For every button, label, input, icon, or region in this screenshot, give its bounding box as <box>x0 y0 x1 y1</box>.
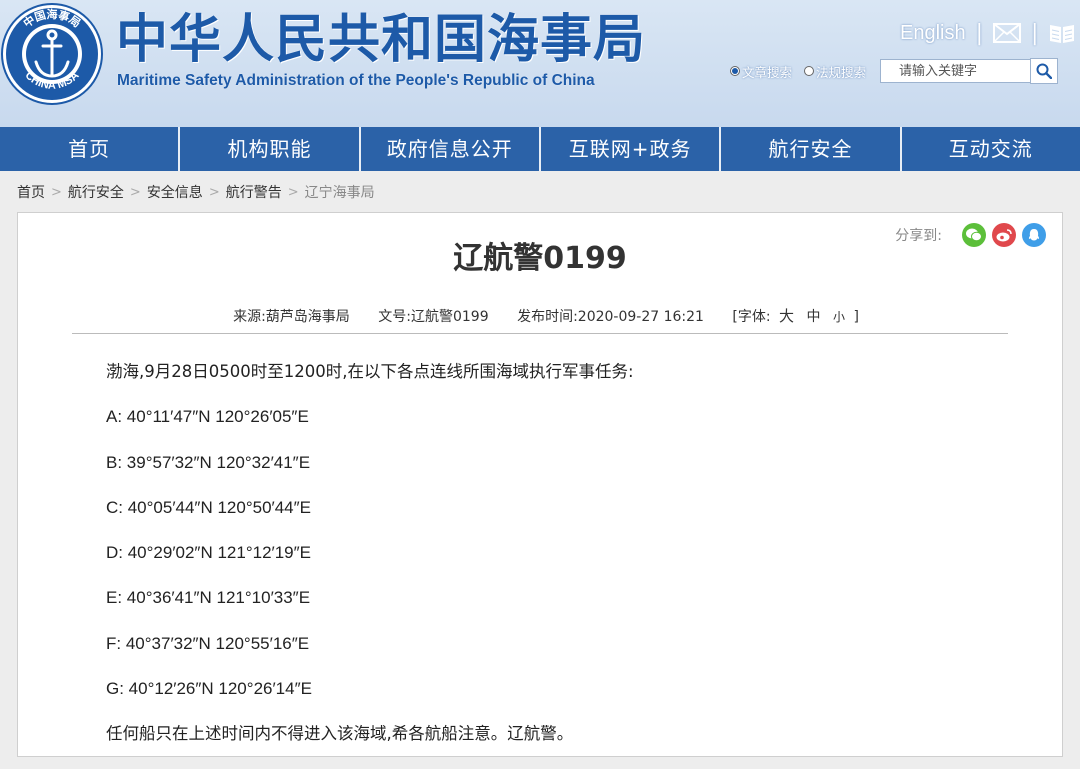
breadcrumb-separator: > <box>208 184 220 200</box>
china-msa-logo[interactable]: 中国海事局 CHINA MSA <box>0 2 104 106</box>
english-link[interactable]: English <box>900 22 966 45</box>
font-small-button[interactable]: 小 <box>833 310 845 324</box>
breadcrumb-liaoning-msa[interactable]: 辽宁海事局 <box>305 182 375 202</box>
top-links: English | | <box>900 18 1076 48</box>
font-size-control: [字体: 大 中 小 ] <box>732 307 859 325</box>
radio-label: 文章搜索 <box>742 64 793 80</box>
article-title: 辽航警0199 <box>453 241 627 276</box>
article-intro: 渤海,9月28日0500时至1200时,在以下各点连线所围海域执行军事任务: <box>106 362 634 381</box>
breadcrumb-navigation-warnings[interactable]: 航行警告 <box>226 182 282 202</box>
main-nav: 首页 机构职能 政府信息公开 互联网+政务 航行安全 互动交流 <box>0 127 1080 171</box>
meta-source: 来源:葫芦岛海事局 <box>233 309 350 325</box>
coordinate-point-e: E: 40°36′41″N 121°10′33″E <box>106 588 311 608</box>
breadcrumb-separator: > <box>51 184 62 200</box>
font-large-button[interactable]: 大 <box>779 307 794 325</box>
nav-item-functions[interactable]: 机构职能 <box>180 127 361 171</box>
coordinate-point-g: G: 40°12′26″N 120°26′14″E <box>106 679 312 699</box>
article-panel: 分享到: 辽航警0199 来源:葫芦岛海事局 文号:辽航警0199 发布时间:2… <box>17 212 1063 757</box>
radio-article-search[interactable]: 文章搜索 <box>730 62 792 81</box>
font-medium-button[interactable]: 中 <box>807 309 821 325</box>
breadcrumb: 首页 > 航行安全 > 安全信息 > 航行警告 > 辽宁海事局 <box>17 182 375 202</box>
breadcrumb-safety-info[interactable]: 安全信息 <box>147 182 203 202</box>
mail-icon[interactable] <box>993 23 1022 43</box>
separator: | <box>975 20 984 46</box>
breadcrumb-navigation-safety[interactable]: 航行安全 <box>68 182 124 202</box>
coordinate-point-c: C: 40°05′44″N 120°50′44″E <box>106 497 311 517</box>
radio-regulation-search[interactable]: 法规搜索 <box>804 62 866 81</box>
separator: | <box>1031 20 1039 46</box>
font-size-bracket: ] <box>853 309 859 325</box>
nav-item-home[interactable]: 首页 <box>0 127 181 171</box>
radio-dot[interactable] <box>804 66 815 76</box>
nav-item-navigation-safety[interactable]: 航行安全 <box>721 127 902 171</box>
search-input[interactable] <box>880 59 1031 83</box>
font-size-label: [字体: <box>732 309 771 325</box>
article-meta: 来源:葫芦岛海事局 文号:辽航警0199 发布时间:2020-09-27 16:… <box>18 305 1062 326</box>
search-icon <box>1036 63 1053 79</box>
search-button[interactable] <box>1030 58 1059 84</box>
coordinate-point-a: A: 40°11′47″N 120°26′05″E <box>106 407 309 427</box>
article-body: 渤海,9月28日0500时至1200时,在以下各点连线所围海域执行军事任务: A… <box>106 361 986 769</box>
coordinate-point-d: D: 40°29′02″N 121°12′19″E <box>106 543 311 563</box>
radio-label: 法规搜索 <box>816 64 867 80</box>
search-bar: 文章搜索 法规搜索 <box>730 57 1059 85</box>
site-title: 中华人民共和国海事局 <box>116 10 647 70</box>
nav-item-gov-info[interactable]: 政府信息公开 <box>361 127 541 171</box>
site-header: 中国海事局 CHINA MSA 中华人民共和国海事局 Maritime Safe… <box>0 0 1080 127</box>
breadcrumb-separator: > <box>129 184 141 200</box>
radio-dot[interactable] <box>730 66 740 76</box>
coordinate-point-b: B: 39°57′32″N 120°32′41″E <box>106 452 311 472</box>
breadcrumb-home[interactable]: 首页 <box>17 182 45 202</box>
site-subtitle: Maritime Safety Administration of the Pe… <box>117 72 595 89</box>
meta-publish-time: 发布时间:2020-09-27 16:21 <box>517 309 704 325</box>
nav-item-interaction[interactable]: 互动交流 <box>902 127 1080 171</box>
coordinate-point-f: F: 40°37′32″N 120°55′16″E <box>106 633 310 653</box>
nav-item-internet-services[interactable]: 互联网+政务 <box>541 127 722 171</box>
meta-doc-number: 文号:辽航警0199 <box>378 309 489 325</box>
article-closing: 任何船只在上述时间内不得进入该海域,希各航船注意。辽航警。 <box>106 724 574 744</box>
divider <box>72 333 1008 334</box>
book-icon[interactable] <box>1048 22 1076 44</box>
breadcrumb-separator: > <box>287 184 299 200</box>
